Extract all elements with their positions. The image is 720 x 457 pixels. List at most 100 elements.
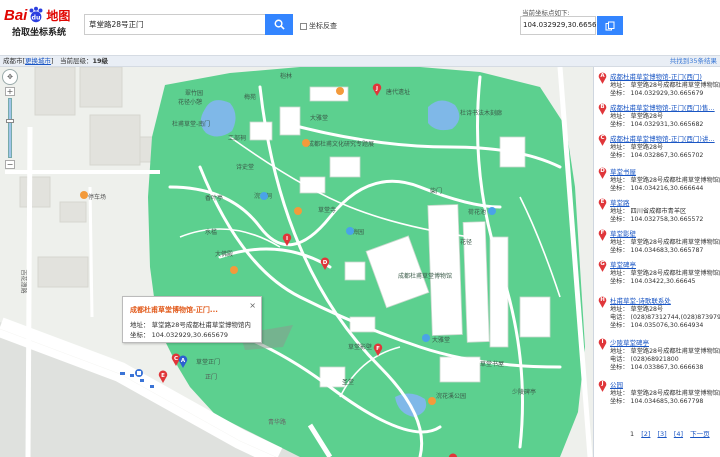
result-coord: 坐标： 104.032758,30.665572	[610, 216, 704, 223]
map-label-road-chengdu: 百花潭路	[19, 269, 27, 294]
copy-icon	[605, 21, 615, 30]
map-canvas[interactable]: 翠竹园 桤林 花径小憩 梅苑 杜甫草堂-南门 工部祠 成都杜甫文化研究专题展 唐…	[0, 67, 593, 457]
page-1[interactable]: 1	[630, 430, 634, 438]
poi-garden-icon[interactable]	[346, 227, 354, 235]
poi-scenic-icon[interactable]	[336, 87, 344, 95]
map-pin-a[interactable]: A	[178, 355, 188, 368]
map-label-shixian: 诗史堂	[236, 164, 255, 171]
svg-text:F: F	[376, 346, 380, 352]
svg-text:D: D	[323, 260, 328, 266]
poi-info-icon[interactable]	[260, 192, 268, 200]
map-pin-bus[interactable]	[134, 368, 144, 381]
search-icon	[274, 19, 285, 30]
page-2[interactable]: [2]	[641, 430, 650, 438]
result-coord: 坐标： 104.035076,30.664934	[610, 322, 704, 329]
svg-text:J: J	[375, 86, 378, 92]
pagination: 1 [2] [3] [4] 下一页	[630, 428, 715, 438]
system-subtitle: 拾取坐标系统	[12, 28, 67, 38]
result-coord: 坐标： 104.034685,30.667798	[610, 398, 704, 405]
app-window: Bai du 地图 拾取坐标系统 草堂路28号正门 坐标反查 当前坐标点如下: …	[0, 0, 720, 457]
map-label-ronghutang: 荷花池	[468, 209, 487, 216]
coord-reverse-label: 坐标反查	[309, 22, 337, 30]
result-letter: E	[600, 199, 605, 205]
result-letter: I	[601, 339, 604, 345]
popup-title[interactable]: 成都杜甫草堂博物馆-正门...	[130, 305, 218, 315]
result-pin-icon: J	[598, 380, 607, 392]
next-page-link[interactable]: 下一页	[690, 430, 710, 438]
header: Bai du 地图 拾取坐标系统 草堂路28号正门 坐标反查 当前坐标点如下: …	[0, 0, 720, 55]
logo-bai-text: Bai	[4, 6, 28, 24]
map-pin-b[interactable]	[448, 453, 458, 457]
map-label-caotangsi: 草堂寺	[318, 207, 337, 214]
poi-ticket-icon[interactable]	[488, 207, 496, 215]
popup-address: 地址： 草堂路28号成都杜甫草堂博物馆内	[130, 321, 251, 329]
svg-text:E: E	[161, 373, 165, 379]
map-label-lunlin: 桤林	[280, 73, 293, 80]
copy-coord-button[interactable]	[597, 16, 623, 35]
results-panel: 1 [2] [3] [4] 下一页 A 成都杜甫草堂博物馆-正门(西门) 地址： 草…	[593, 67, 720, 457]
map-pin-i[interactable]: I	[282, 233, 292, 246]
result-letter: A	[600, 73, 605, 79]
zoom-slider[interactable]	[6, 98, 14, 158]
svg-text:I: I	[286, 236, 288, 242]
map-label-gongbu: 工部祠	[228, 135, 247, 142]
map-label-zhengmen: 草堂正门	[196, 359, 221, 366]
map-pin-j[interactable]: J	[372, 83, 382, 96]
zoom-level-value: 19级	[92, 57, 109, 65]
popup-close-icon[interactable]: ×	[249, 301, 256, 310]
zoom-out-button[interactable]: −	[5, 160, 15, 169]
zoom-in-button[interactable]: +	[5, 87, 15, 96]
map-pin-e[interactable]: E	[158, 370, 168, 383]
map-label-parking: 停车场	[88, 194, 107, 201]
current-coord-field[interactable]: 104.032929,30.665679	[520, 16, 605, 35]
pan-control-icon[interactable]: ✥	[2, 69, 18, 85]
map-label-hall2: 少陵碑亭	[512, 389, 537, 396]
map-label-zhimu: 梅苑	[244, 94, 257, 101]
result-letter: D	[600, 168, 605, 174]
map-label-dadian: 大雅堂	[432, 337, 451, 344]
result-letter: B	[600, 104, 605, 110]
logo-du-text: du	[32, 15, 41, 22]
coord-reverse-checkbox[interactable]	[300, 22, 307, 30]
map-label-shuijian: 水槛	[205, 229, 218, 236]
result-letter: H	[600, 297, 605, 303]
result-coord: 坐标： 104.032929,30.665679	[610, 90, 704, 97]
map-label-xiangye: 香叶亭	[205, 195, 224, 202]
search-input[interactable]: 草堂路28号正门	[84, 14, 265, 35]
poi-exhibit-icon[interactable]	[302, 139, 310, 147]
map-label-dishuo: 杜甫草堂-南门	[172, 121, 211, 128]
result-letter: C	[600, 135, 605, 141]
map-label-cuizhuyuan: 翠竹园	[185, 90, 204, 97]
svg-text:A: A	[181, 358, 186, 364]
map-label-caotangtang: 成都杜甫草堂博物馆	[398, 273, 453, 280]
zoom-slider-thumb[interactable]	[6, 119, 14, 123]
baidu-map-logo[interactable]: Bai du 地图 拾取坐标系统	[4, 6, 80, 42]
result-coord: 坐标： 104.032931,30.665682	[610, 121, 704, 128]
map-navigation-control: ✥ + −	[2, 69, 18, 171]
search-button[interactable]	[265, 14, 293, 35]
map-label-chaiyue: 柴门	[430, 188, 443, 195]
map-label-caotang-lib: 草堂书屋	[480, 361, 505, 368]
page-3[interactable]: [3]	[658, 430, 667, 438]
map-label-dafojing: 大佛殿	[215, 251, 234, 258]
poi-hall-icon[interactable]	[294, 207, 302, 215]
switch-city-link[interactable]: 更换城市	[25, 57, 51, 65]
page-4[interactable]: [4]	[674, 430, 683, 438]
result-letter: J	[601, 381, 604, 387]
map-pin-f[interactable]: F	[373, 343, 383, 356]
poi-park-icon[interactable]	[428, 397, 436, 405]
map-label-shengtang: 圣堂	[342, 379, 355, 386]
poi-pavilion-icon[interactable]	[230, 266, 238, 274]
info-popup: 成都杜甫草堂博物馆-正门... × 地址： 草堂路28号成都杜甫草堂博物馆内 坐…	[122, 296, 262, 343]
poi-toilet-icon[interactable]	[422, 334, 430, 342]
result-pin-icon: H	[598, 296, 607, 308]
map-drawing	[0, 67, 593, 457]
city-name: 成都市	[3, 57, 23, 65]
coord-reverse-toggle[interactable]: 坐标反查	[300, 21, 337, 31]
poi-parking-icon[interactable]	[80, 191, 88, 199]
map-pin-d[interactable]: D	[320, 257, 330, 270]
logo-map-text: 地图	[46, 8, 71, 23]
current-city: 成都市[更换城市]	[3, 57, 54, 65]
map-label-dashiqiao: 大雅堂	[310, 115, 329, 122]
result-coord: 坐标： 104.03422,30.66645	[610, 278, 696, 285]
